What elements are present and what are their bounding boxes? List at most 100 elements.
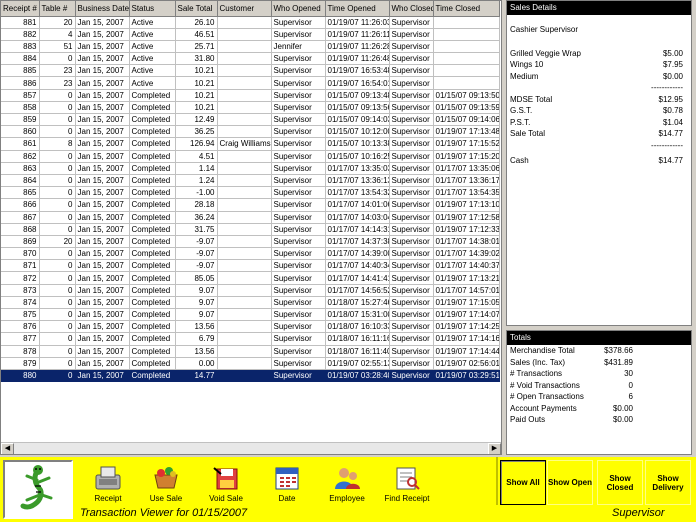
table-cell: Active <box>129 28 176 41</box>
show-open-button[interactable]: Show Open <box>547 460 593 505</box>
table-row[interactable]: 883 51 Jan 15, 2007 Active 25.71 Jennifer 01/1… <box>1 40 500 54</box>
table-cell: 01/19/07 11:26:28 <box>325 40 390 54</box>
column-header[interactable]: Time Opened <box>325 1 390 17</box>
table-cell: Jan 15, 2007 <box>75 101 130 115</box>
table-row[interactable]: 877 0 Jan 15, 2007 Completed 6.79 Supervisor 0… <box>1 332 500 346</box>
table-row[interactable]: 879 0 Jan 15, 2007 Completed 0.00 Supervisor 0… <box>1 357 500 370</box>
table-row[interactable]: 862 0 Jan 15, 2007 Completed 4.51 Supervisor 0… <box>1 150 500 163</box>
table-row[interactable]: 858 0 Jan 15, 2007 Completed 10.21 Supervisor… <box>1 101 500 115</box>
column-header[interactable]: Status <box>129 1 176 17</box>
table-cell: Supervisor <box>389 28 434 41</box>
table-cell: 01/15/07 10:13:38 <box>325 137 390 151</box>
table-cell: 0.00 <box>175 357 218 370</box>
table-row[interactable]: 870 0 Jan 15, 2007 Completed -9.07 Supervisor… <box>1 247 500 261</box>
table-cell <box>433 52 500 66</box>
table-cell: 867 <box>1 211 40 224</box>
table-cell: Supervisor <box>389 357 434 370</box>
horizontal-scrollbar[interactable]: ◀ ▶ <box>1 442 501 454</box>
table-cell: 01/15/07 09:13:59 <box>433 101 500 115</box>
table-row[interactable]: 857 0 Jan 15, 2007 Completed 10.21 Supervisor… <box>1 89 500 102</box>
table-cell: -9.07 <box>175 259 218 273</box>
table-cell <box>217 64 272 78</box>
table-row[interactable]: 868 0 Jan 15, 2007 Completed 31.75 Supervisor… <box>1 223 500 236</box>
table-cell: Active <box>129 52 176 66</box>
void-sale-button[interactable]: Void Sale <box>196 465 256 503</box>
column-header[interactable]: Sale Total <box>175 1 218 17</box>
table-row[interactable]: 872 0 Jan 15, 2007 Completed 85.05 Supervisor… <box>1 271 500 285</box>
table-cell: -9.07 <box>175 247 218 261</box>
find-receipt-button[interactable]: Find Receipt <box>377 465 437 503</box>
table-row[interactable]: 864 0 Jan 15, 2007 Completed 1.24 Supervisor 0… <box>1 174 500 188</box>
table-cell: Supervisor <box>271 186 326 200</box>
column-header[interactable]: Customer <box>217 1 272 17</box>
table-cell: 01/17/07 13:36:17 <box>433 174 500 188</box>
table-cell: Jan 15, 2007 <box>75 150 130 163</box>
table-cell: 0 <box>39 271 76 285</box>
table-cell: 01/19/07 17:14:44 <box>433 345 500 358</box>
table-row[interactable]: 878 0 Jan 15, 2007 Completed 13.56 Supervisor… <box>1 345 500 358</box>
table-cell: 0 <box>39 369 76 383</box>
date-button[interactable]: Date <box>257 465 317 503</box>
transaction-grid[interactable]: Receipt # Table # Business Date Status Sale … <box>0 0 502 455</box>
table-row[interactable]: 873 0 Jan 15, 2007 Completed 9.07 Supervisor 0… <box>1 284 500 297</box>
column-header[interactable]: Business Date <box>75 1 130 17</box>
table-row[interactable]: 865 0 Jan 15, 2007 Completed -1.00 Supervisor… <box>1 186 500 200</box>
use-sale-button[interactable]: Use Sale <box>136 465 196 503</box>
table-row[interactable]: 866 0 Jan 15, 2007 Completed 28.18 Supervisor… <box>1 198 500 212</box>
table-cell: 862 <box>1 150 40 163</box>
show-all-button[interactable]: Show All <box>500 460 546 505</box>
table-row[interactable]: 859 0 Jan 15, 2007 Completed 12.49 Supervisor… <box>1 113 500 127</box>
table-cell: 01/19/07 17:15:05 <box>433 296 500 310</box>
table-cell: Supervisor <box>389 211 434 224</box>
table-row[interactable]: 860 0 Jan 15, 2007 Completed 36.25 Supervisor… <box>1 125 500 139</box>
table-row[interactable]: 869 20 Jan 15, 2007 Completed -9.07 Superviso… <box>1 235 500 249</box>
table-cell: Completed <box>129 259 176 273</box>
table-row[interactable]: 874 0 Jan 15, 2007 Completed 9.07 Supervisor 0… <box>1 296 500 310</box>
table-cell: 01/19/07 17:14:16 <box>433 332 500 346</box>
table-cell: 01/18/07 16:11:16 <box>325 332 390 346</box>
table-cell: Jan 15, 2007 <box>75 198 130 212</box>
show-delivery-button[interactable]: Show Delivery <box>645 460 691 505</box>
table-cell: 01/17/07 14:39:02 <box>433 247 500 261</box>
table-cell: 28.18 <box>175 198 218 212</box>
table-cell: Completed <box>129 223 176 236</box>
receipt-button[interactable]: Receipt <box>78 465 138 503</box>
table-cell: 0 <box>39 211 76 224</box>
cashier-line: Cashier Supervisor <box>510 25 579 34</box>
employee-button[interactable]: Employee <box>317 465 377 503</box>
table-row[interactable]: 884 0 Jan 15, 2007 Active 31.80 Supervisor 01/… <box>1 52 500 66</box>
scroll-right-icon[interactable]: ▶ <box>488 443 501 454</box>
show-closed-button[interactable]: Show Closed <box>597 460 643 505</box>
table-cell <box>217 296 272 310</box>
table-cell: Supervisor <box>389 308 434 322</box>
table-row[interactable]: 867 0 Jan 15, 2007 Completed 36.24 Supervisor… <box>1 211 500 224</box>
scroll-left-icon[interactable]: ◀ <box>1 443 14 454</box>
column-header[interactable]: Table # <box>39 1 76 17</box>
table-row[interactable]: 876 0 Jan 15, 2007 Completed 13.56 Supervisor… <box>1 320 500 334</box>
table-cell: Supervisor <box>271 52 326 66</box>
table-row[interactable]: 861 8 Jan 15, 2007 Completed 126.94 Craig Wil… <box>1 137 500 151</box>
table-cell: 25.71 <box>175 40 218 54</box>
table-cell: 01/17/07 13:35:03 <box>325 162 390 175</box>
column-header[interactable]: Who Closed <box>389 1 434 17</box>
table-cell <box>217 186 272 200</box>
table-row[interactable]: 871 0 Jan 15, 2007 Completed -9.07 Supervisor… <box>1 259 500 273</box>
column-header[interactable]: Time Closed <box>433 1 500 17</box>
table-row[interactable]: 880 0 Jan 15, 2007 Completed 14.77 Supervisor… <box>1 369 500 383</box>
table-row[interactable]: 881 20 Jan 15, 2007 Active 26.10 Supervisor 01… <box>1 16 500 29</box>
table-cell: 01/17/07 13:54:35 <box>433 186 500 200</box>
table-cell: Jan 15, 2007 <box>75 308 130 322</box>
table-row[interactable]: 875 0 Jan 15, 2007 Completed 9.07 Supervisor 0… <box>1 308 500 322</box>
table-row[interactable]: 885 23 Jan 15, 2007 Active 10.21 Supervisor 01… <box>1 64 500 78</box>
table-cell: 885 <box>1 64 40 78</box>
table-row[interactable]: 886 23 Jan 15, 2007 Active 10.21 Supervisor 01… <box>1 76 500 90</box>
column-header[interactable]: Who Opened <box>271 1 326 17</box>
column-header[interactable]: Receipt # <box>1 1 40 17</box>
table-cell: Supervisor <box>389 113 434 127</box>
table-cell: Jan 15, 2007 <box>75 247 130 261</box>
table-cell <box>217 89 272 102</box>
table-row[interactable]: 863 0 Jan 15, 2007 Completed 1.14 Supervisor 0… <box>1 162 500 175</box>
table-row[interactable]: 882 4 Jan 15, 2007 Active 46.51 Supervisor 01/… <box>1 28 500 41</box>
table-cell: 01/17/07 14:01:06 <box>325 198 390 212</box>
cash-line: Cash $14.77 <box>510 156 683 165</box>
